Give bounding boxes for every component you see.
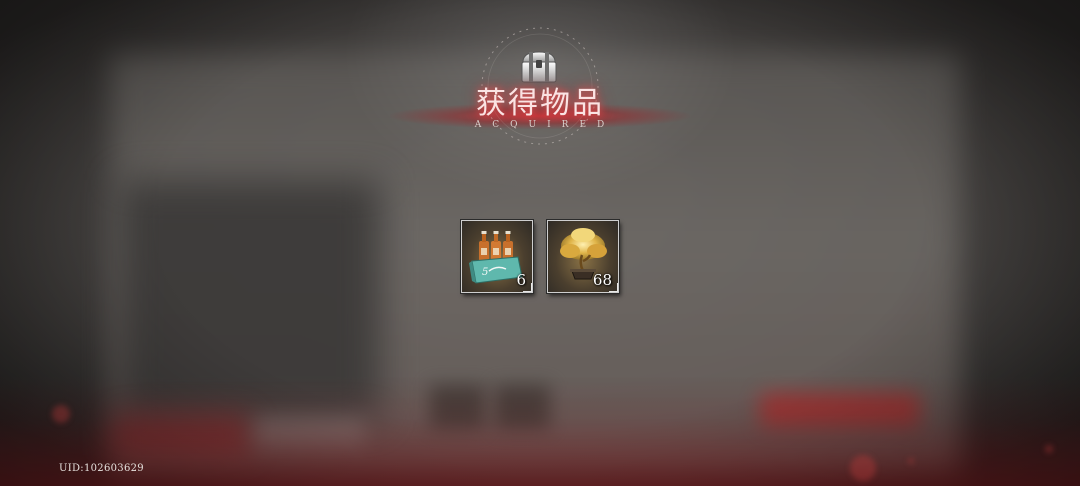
- item-slot-drink-pack[interactable]: 5 6: [461, 220, 533, 293]
- svg-text:5: 5: [482, 267, 488, 278]
- ember-particle: [1045, 445, 1053, 453]
- slot-corner-mark: [609, 283, 618, 292]
- page-title: 获得物品: [476, 86, 604, 121]
- ember-particle: [908, 458, 914, 464]
- ember-particle: [52, 405, 70, 423]
- acquired-header: 获得物品 ACQUIRED: [390, 20, 690, 145]
- user-id-label: UID:102603629: [59, 463, 144, 474]
- page-subtitle: ACQUIRED: [474, 120, 616, 130]
- acquired-items-list: 5 6 68: [461, 220, 621, 296]
- item-slot-golden-bonsai[interactable]: 68: [547, 220, 619, 293]
- ember-particle: [850, 455, 876, 481]
- slot-corner-mark: [523, 283, 532, 292]
